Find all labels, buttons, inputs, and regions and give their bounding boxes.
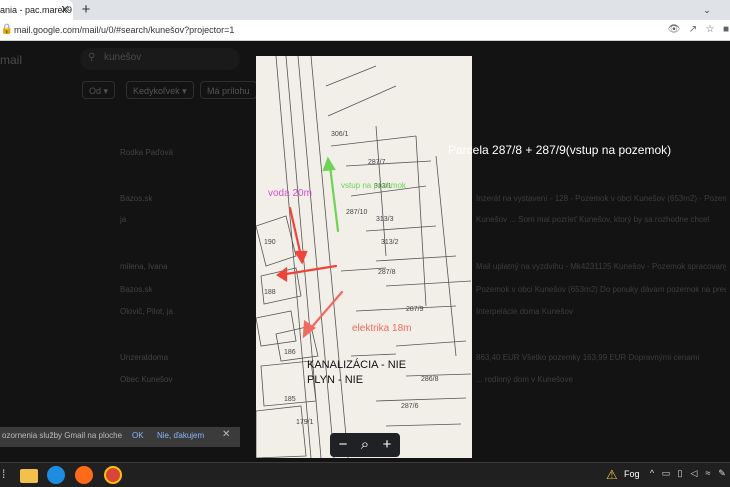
zoom-reset-icon[interactable]: ⌕ (355, 433, 375, 457)
access-note: vstup na pozemok (341, 181, 407, 190)
chevron-up-icon[interactable]: ^ (646, 468, 658, 478)
chrome-icon[interactable] (104, 466, 122, 484)
parcel-number: 286/8 (421, 376, 439, 383)
electric-arrow (309, 290, 344, 330)
water-label: voda 20m (268, 188, 312, 199)
lock-icon[interactable]: 🔒 (0, 20, 14, 40)
parcel-number: 185 (284, 396, 296, 403)
zoom-in-button[interactable]: + (377, 433, 397, 457)
share-icon[interactable]: ↗ (686, 20, 700, 40)
parcel-number: 186 (284, 349, 296, 356)
eye-icon[interactable]: 👁 (667, 20, 681, 40)
sewer-label: KANALIZÁCIA - NIE (307, 359, 407, 371)
widgets-icon[interactable]: ⁞ (2, 467, 5, 481)
tab-search-icon[interactable]: ⌄ (700, 0, 714, 20)
parcel-number: 287/8 (378, 269, 396, 276)
parcel-number: 287/9 (406, 306, 424, 313)
access-arrow (328, 164, 340, 233)
file-explorer-icon[interactable] (20, 469, 38, 483)
parcel-number: 287/10 (346, 209, 368, 216)
tab-strip (0, 0, 730, 20)
notification-close-icon[interactable]: ✕ (222, 429, 230, 440)
parcel-number: 306/1 (331, 131, 349, 138)
tab-close-icon[interactable]: ✕ (59, 0, 71, 20)
new-tab-button[interactable]: + (78, 0, 94, 20)
water-arrow-left (284, 264, 338, 276)
gas-label: PLYN - NIE (307, 374, 364, 386)
volume-icon[interactable]: ◁ (688, 468, 700, 479)
firefox-icon[interactable] (75, 466, 93, 484)
cadastral-map-drawing: 306/1 287/7 313/1 287/10 313/3 313/2 287… (256, 56, 472, 458)
pen-icon[interactable]: ✎ (716, 468, 728, 479)
parcel-number: 287/7 (368, 159, 386, 166)
weather-warning-icon[interactable]: ⚠ (606, 467, 618, 483)
electricity-label: elektrika 18m (352, 323, 411, 334)
parcel-number: 287/6 (401, 403, 419, 410)
url-text[interactable]: mail.google.com/mail/u/0/#search/kunešov… (14, 20, 234, 40)
parcel-number: 188 (264, 289, 276, 296)
weather-text[interactable]: Fog (624, 469, 640, 479)
zoom-out-button[interactable]: − (333, 433, 353, 457)
wifi-icon[interactable]: ≈ (702, 468, 714, 478)
star-icon[interactable]: ☆ (703, 20, 717, 40)
profile-icon[interactable]: ■ (719, 20, 730, 40)
parcel-number: 190 (264, 239, 276, 246)
battery-icon[interactable]: ▯ (674, 468, 686, 479)
parcel-caption: Parcela 287/8 + 287/9(vstup na pozemok) (448, 143, 672, 157)
cadastral-map-image: 306/1 287/7 313/1 287/10 313/3 313/2 287… (256, 56, 472, 458)
notification-text: ozornenia služby Gmail na ploche (2, 431, 123, 440)
edge-icon[interactable] (47, 466, 65, 484)
parcel-number: 313/3 (376, 216, 394, 223)
notification-ok-button[interactable]: OK (132, 431, 144, 440)
network-icon[interactable]: ▭ (660, 468, 672, 479)
parcel-number: 179/1 (296, 419, 314, 426)
parcel-number: 313/2 (381, 239, 399, 246)
notification-decline-button[interactable]: Nie, ďakujem (157, 431, 204, 440)
